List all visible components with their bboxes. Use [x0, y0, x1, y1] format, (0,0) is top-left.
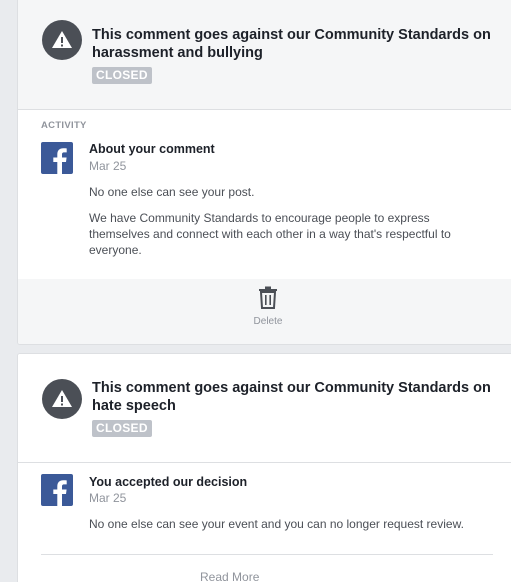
- activity-text: No one else can see your post.: [89, 185, 255, 199]
- activity-label: ACTIVITY: [41, 120, 87, 131]
- report-card-hate-speech: This comment goes against our Community …: [17, 353, 511, 582]
- activity-date: Mar 25: [89, 159, 127, 173]
- read-more-link[interactable]: Read More: [200, 570, 259, 582]
- status-badge: CLOSED: [92, 420, 152, 437]
- report-title: This comment goes against our Community …: [92, 380, 491, 414]
- facebook-logo-icon: [41, 474, 73, 506]
- activity-title: About your comment: [89, 142, 215, 156]
- warning-icon: [42, 20, 82, 60]
- delete-button[interactable]: Delete: [248, 286, 288, 331]
- trash-icon: [259, 286, 277, 309]
- status-badge: CLOSED: [92, 67, 152, 84]
- facebook-logo-icon: [41, 142, 73, 174]
- warning-icon: [42, 379, 82, 419]
- report-title: This comment goes against our Community …: [92, 27, 491, 61]
- divider: [41, 554, 493, 555]
- delete-label: Delete: [253, 316, 283, 327]
- activity-date: Mar 25: [89, 491, 127, 505]
- report-card-harassment: This comment goes against our Community …: [17, 0, 511, 345]
- activity-text: We have Community Standards to encourage…: [89, 211, 451, 257]
- activity-title: You accepted our decision: [89, 475, 248, 489]
- activity-text: No one else can see your event and you c…: [89, 517, 464, 531]
